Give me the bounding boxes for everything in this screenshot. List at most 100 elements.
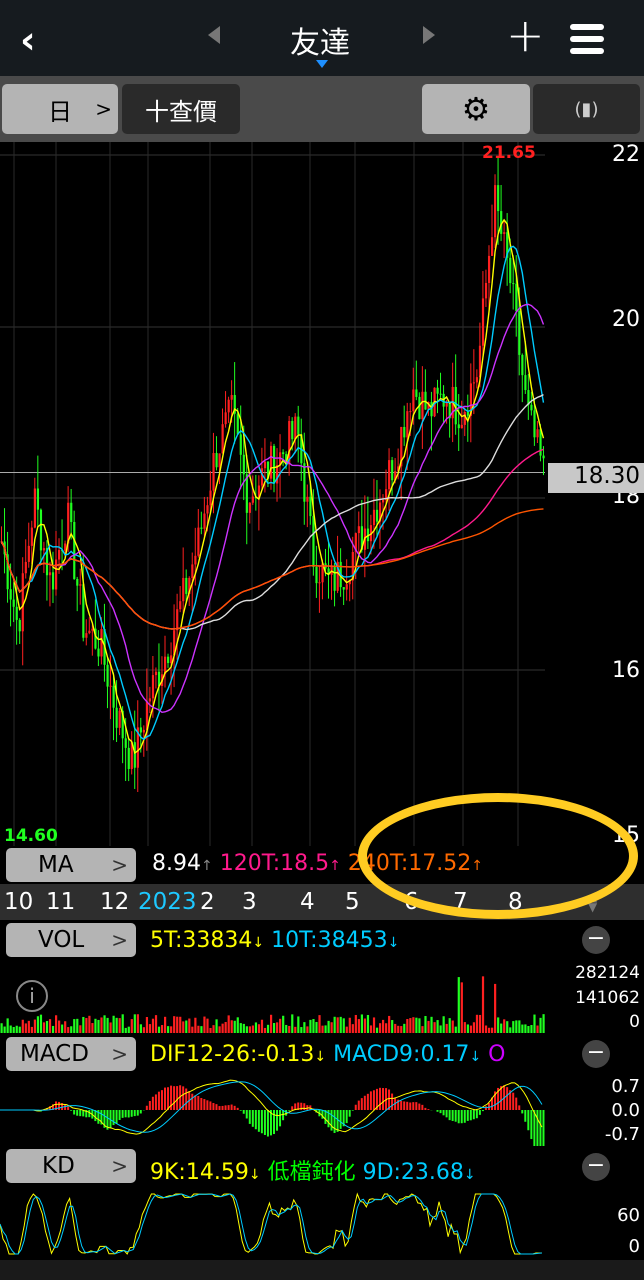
candle-body	[97, 648, 100, 657]
rotate-button[interactable]: (▮)	[533, 84, 640, 134]
candle-body	[375, 509, 379, 522]
volume-bar	[463, 1022, 466, 1033]
candle-body	[15, 606, 18, 620]
highlight-ellipse	[358, 793, 638, 919]
volume-bar	[15, 1025, 18, 1033]
candle-body	[372, 509, 376, 526]
next-stock-icon[interactable]	[423, 26, 435, 44]
menu-icon[interactable]	[570, 24, 604, 54]
volume-bar	[306, 1026, 309, 1033]
volume-bar	[475, 1014, 479, 1033]
prev-stock-icon[interactable]	[208, 26, 220, 44]
volume-bar	[300, 1027, 303, 1033]
volume-bar	[406, 1019, 409, 1033]
volume-bar	[385, 1023, 388, 1033]
vol-values: 5T:33834↓ 10T:38453↓	[150, 928, 400, 953]
volume-bar	[48, 1019, 52, 1033]
volume-bar	[478, 1014, 482, 1033]
candle-body	[179, 601, 182, 610]
volume-bar	[127, 1026, 130, 1033]
macd-axis-zero: 0.0	[611, 1100, 640, 1121]
volume-bar	[460, 982, 463, 1033]
candle-body	[421, 391, 424, 420]
volume-bar	[266, 1024, 270, 1033]
volume-bar	[45, 1020, 49, 1033]
candle-body	[239, 434, 242, 455]
candle-body	[460, 424, 463, 429]
volume-bar	[297, 1016, 300, 1033]
candle-body	[497, 185, 500, 212]
info-icon[interactable]: i	[16, 980, 48, 1012]
volume-bar	[442, 1016, 445, 1033]
volume-bar	[36, 1016, 40, 1033]
volume-bar	[55, 1015, 58, 1033]
candle-body	[357, 526, 360, 534]
candle-body	[51, 572, 55, 590]
candle-body	[9, 589, 12, 600]
volume-bar	[61, 1024, 64, 1033]
volume-bar	[76, 1018, 79, 1033]
bottom-bar	[0, 1260, 644, 1280]
date-label: 10	[4, 889, 34, 915]
volume-bar	[409, 1018, 412, 1033]
volume-bar	[372, 1017, 376, 1033]
candle-body	[515, 283, 518, 312]
collapse-kd-button[interactable]: −	[582, 1153, 610, 1181]
rotate-icon: (▮)	[574, 98, 599, 120]
date-label: 2023	[138, 889, 197, 915]
d-line	[0, 1193, 543, 1255]
candle-body	[88, 630, 91, 634]
period-button[interactable]: 日 >	[2, 84, 118, 134]
candle-body	[315, 566, 318, 584]
volume-bar	[51, 1025, 55, 1033]
volume-bar	[309, 1019, 312, 1033]
ma5-line	[0, 218, 545, 755]
volume-bar	[200, 1026, 203, 1033]
candle-body	[212, 453, 215, 491]
back-icon[interactable]: ‹	[20, 18, 36, 62]
settings-button[interactable]: ⚙	[422, 84, 530, 134]
candle-body	[472, 382, 476, 384]
volume-bar	[251, 1025, 255, 1033]
add-button[interactable]: +	[506, 8, 545, 62]
query-price-button[interactable]: 十查價	[122, 84, 240, 134]
volume-bar	[427, 1020, 430, 1033]
volume-bar	[136, 1014, 139, 1033]
collapse-vol-button[interactable]: −	[582, 926, 610, 954]
price-chart[interactable]	[0, 142, 644, 846]
candle-body	[236, 413, 239, 435]
volume-bar	[160, 1025, 164, 1033]
volume-bar	[191, 1026, 194, 1033]
candle-body	[306, 496, 309, 502]
volume-bar	[227, 1015, 230, 1033]
volume-bar	[324, 1025, 327, 1033]
volume-bar	[179, 1016, 182, 1033]
vol-label: VOL	[38, 927, 85, 953]
volume-bar	[203, 1016, 206, 1033]
kd-button[interactable]: KD >	[6, 1149, 136, 1183]
candle-body	[12, 599, 15, 607]
d-value: 9D:23.68	[362, 1160, 464, 1185]
volume-bar	[157, 1026, 161, 1033]
volume-bar	[497, 1017, 500, 1033]
candle-body	[127, 747, 130, 769]
ma20-line	[0, 303, 545, 713]
collapse-macd-button[interactable]: −	[582, 1040, 610, 1068]
vol10-value: 10T:38453	[271, 928, 388, 953]
ma-button[interactable]: MA >	[6, 848, 136, 882]
candle-body	[512, 283, 515, 285]
candle-body	[118, 710, 121, 728]
candle-body	[18, 619, 21, 632]
volume-bar	[182, 1021, 185, 1033]
volume-bar	[509, 1027, 512, 1033]
volume-bar	[524, 1024, 527, 1033]
volume-bar	[454, 1026, 457, 1033]
dropdown-icon[interactable]	[316, 60, 328, 68]
chevron-right-icon: >	[95, 97, 112, 121]
volume-bar	[481, 976, 485, 1033]
volume-bar	[218, 1026, 221, 1033]
candle-body	[409, 411, 412, 413]
volume-bar	[260, 1019, 264, 1033]
vol-button[interactable]: VOL >	[6, 923, 136, 957]
macd-button[interactable]: MACD >	[6, 1037, 136, 1071]
